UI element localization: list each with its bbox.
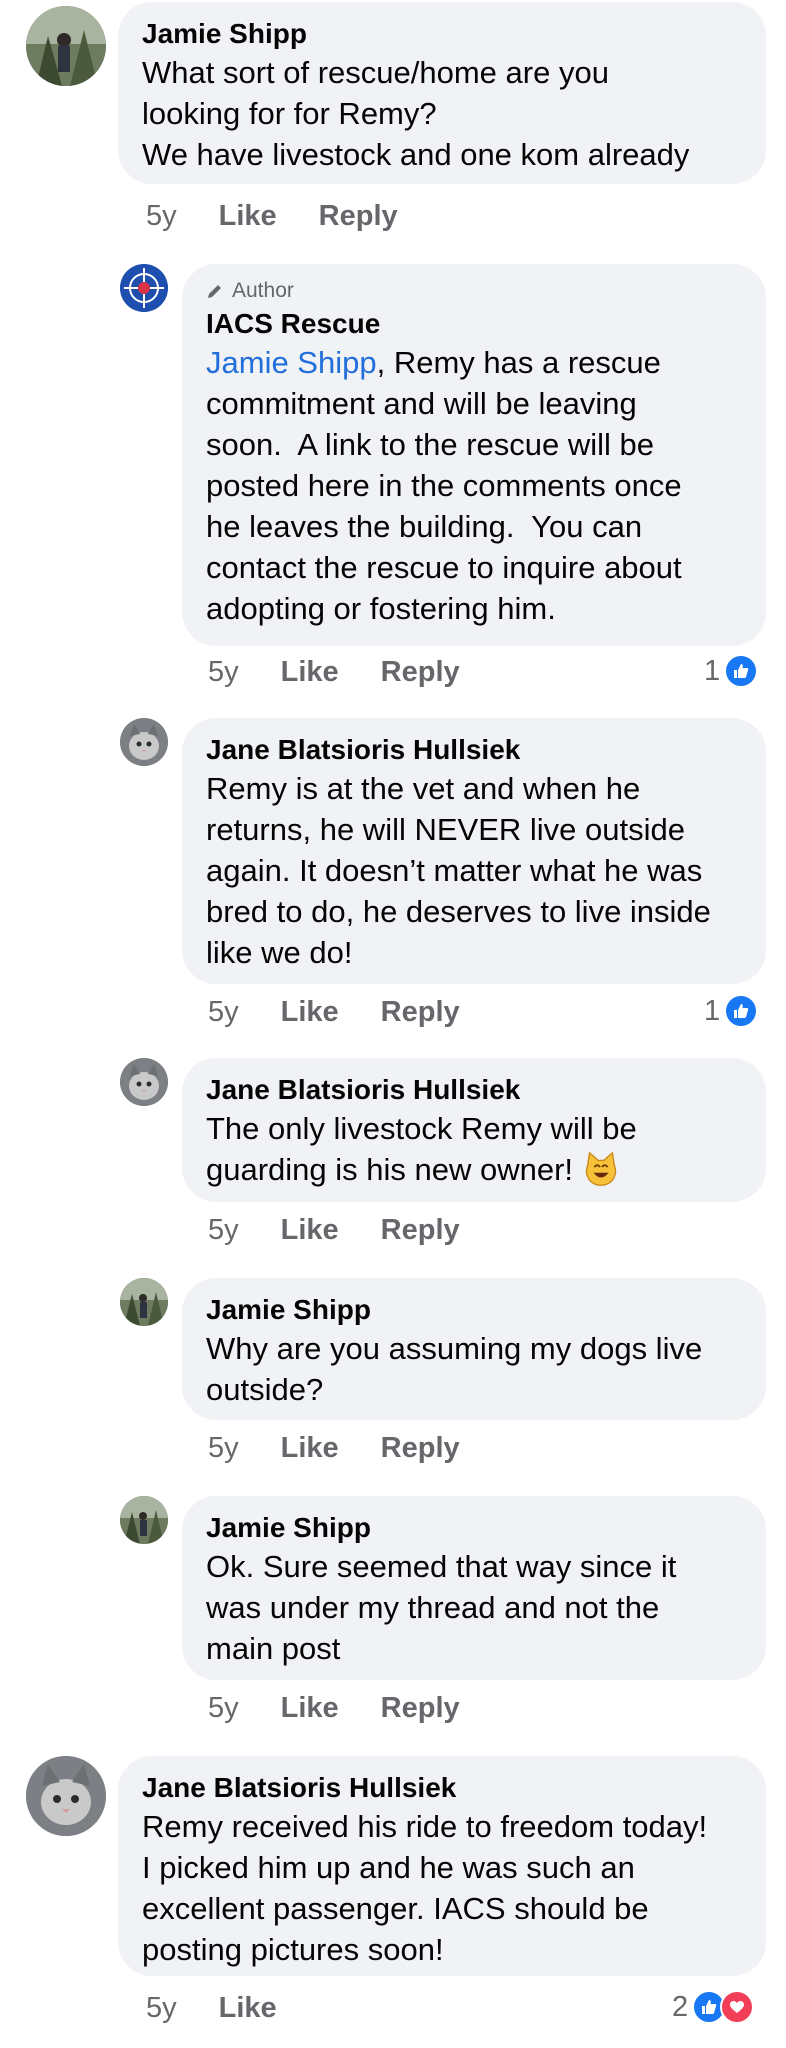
comment-actions: 5y Like Reply: [208, 1214, 460, 1247]
author-badge: Author: [206, 278, 742, 304]
avatar-jane-blatsioris-hullsiek[interactable]: [26, 1756, 106, 1836]
reaction-summary[interactable]: 1: [704, 994, 759, 1028]
comment-text: Ok. Sure seemed that way since it was un…: [206, 1549, 677, 1666]
comment-actions: 5y Like Reply: [208, 656, 460, 689]
avatar-iacs-rescue[interactable]: [120, 264, 168, 312]
timestamp[interactable]: 5y: [208, 996, 239, 1029]
comment-text: Jamie Shipp, Remy has a rescue commitmen…: [206, 342, 742, 629]
reply-button[interactable]: Reply: [381, 1692, 460, 1725]
timestamp[interactable]: 5y: [208, 1214, 239, 1247]
commenter-name[interactable]: Jamie Shipp: [206, 1292, 742, 1328]
comment-bubble: Jamie Shipp Ok. Sure seemed that way sin…: [182, 1496, 766, 1680]
timestamp[interactable]: 5y: [208, 656, 239, 689]
comment-bubble: Jane Blatsioris Hullsiek The only livest…: [182, 1058, 766, 1202]
commenter-name[interactable]: Jane Blatsioris Hullsiek: [206, 732, 742, 768]
timestamp[interactable]: 5y: [146, 200, 177, 233]
pencil-icon: [208, 285, 221, 298]
comment-bubble: Jane Blatsioris Hullsiek Remy received h…: [118, 1756, 766, 1976]
commenter-name[interactable]: Jamie Shipp: [206, 1510, 742, 1546]
avatar-jane-blatsioris-hullsiek[interactable]: [120, 1058, 168, 1106]
timestamp[interactable]: 5y: [208, 1432, 239, 1465]
comment-actions: 5y Like Reply: [208, 996, 460, 1029]
reaction-count: 1: [704, 994, 721, 1027]
like-button[interactable]: Like: [281, 1214, 339, 1247]
reaction-summary[interactable]: 1: [704, 654, 759, 688]
like-button[interactable]: Like: [281, 656, 339, 689]
comment-actions: 5y Like: [146, 1992, 277, 2025]
like-button[interactable]: Like: [281, 1692, 339, 1725]
avatar-jamie-shipp[interactable]: [120, 1496, 168, 1544]
comment-actions: 5y Like Reply: [208, 1432, 460, 1465]
like-icon: [724, 654, 759, 688]
timestamp[interactable]: 5y: [208, 1692, 239, 1725]
commenter-name[interactable]: IACS Rescue: [206, 306, 742, 342]
comment-text: Remy is at the vet and when he returns, …: [206, 771, 711, 970]
comment-text: The only livestock Remy will be guarding…: [206, 1108, 742, 1190]
commenter-name[interactable]: Jane Blatsioris Hullsiek: [206, 1072, 742, 1108]
author-badge-label: Author: [232, 279, 294, 302]
comment-bubble: Jane Blatsioris Hullsiek Remy is at the …: [182, 718, 766, 984]
like-icon: [724, 994, 759, 1028]
reaction-summary[interactable]: 2: [672, 1990, 755, 2024]
love-icon: [720, 1990, 755, 2024]
like-button[interactable]: Like: [219, 200, 277, 233]
reaction-count: 1: [704, 654, 721, 687]
commenter-name[interactable]: Jamie Shipp: [142, 16, 742, 52]
reply-button[interactable]: Reply: [381, 656, 460, 689]
comment-text-body: , Remy has a rescue commitment and will …: [206, 345, 682, 626]
comment-actions: 5y Like Reply: [208, 1692, 460, 1725]
reply-button[interactable]: Reply: [381, 996, 460, 1029]
comment-bubble: Jamie Shipp What sort of rescue/home are…: [118, 2, 766, 184]
avatar-jamie-shipp[interactable]: [120, 1278, 168, 1326]
reply-button[interactable]: Reply: [381, 1432, 460, 1465]
avatar-jane-blatsioris-hullsiek[interactable]: [120, 718, 168, 766]
reply-button[interactable]: Reply: [319, 200, 398, 233]
like-button[interactable]: Like: [281, 996, 339, 1029]
like-button[interactable]: Like: [281, 1432, 339, 1465]
comment-text: Remy received his ride to freedom today!…: [142, 1809, 708, 1967]
mention-link[interactable]: Jamie Shipp: [206, 345, 377, 380]
reply-button[interactable]: Reply: [381, 1214, 460, 1247]
avatar-jamie-shipp[interactable]: [26, 6, 106, 86]
comment-text: Why are you assuming my dogs live outsid…: [206, 1331, 703, 1407]
smiling-cat-emoji-icon: [585, 1151, 616, 1186]
comment-actions: 5y Like Reply: [146, 200, 398, 233]
comment-text-body: The only livestock Remy will be guarding…: [206, 1111, 637, 1187]
commenter-name[interactable]: Jane Blatsioris Hullsiek: [142, 1770, 742, 1806]
comment-text: What sort of rescue/home are you looking…: [142, 55, 690, 172]
reaction-count: 2: [672, 1990, 689, 2023]
timestamp[interactable]: 5y: [146, 1992, 177, 2025]
comment-bubble: Jamie Shipp Why are you assuming my dogs…: [182, 1278, 766, 1420]
comment-bubble: Author IACS Rescue Jamie Shipp, Remy has…: [182, 264, 766, 646]
like-button[interactable]: Like: [219, 1992, 277, 2025]
